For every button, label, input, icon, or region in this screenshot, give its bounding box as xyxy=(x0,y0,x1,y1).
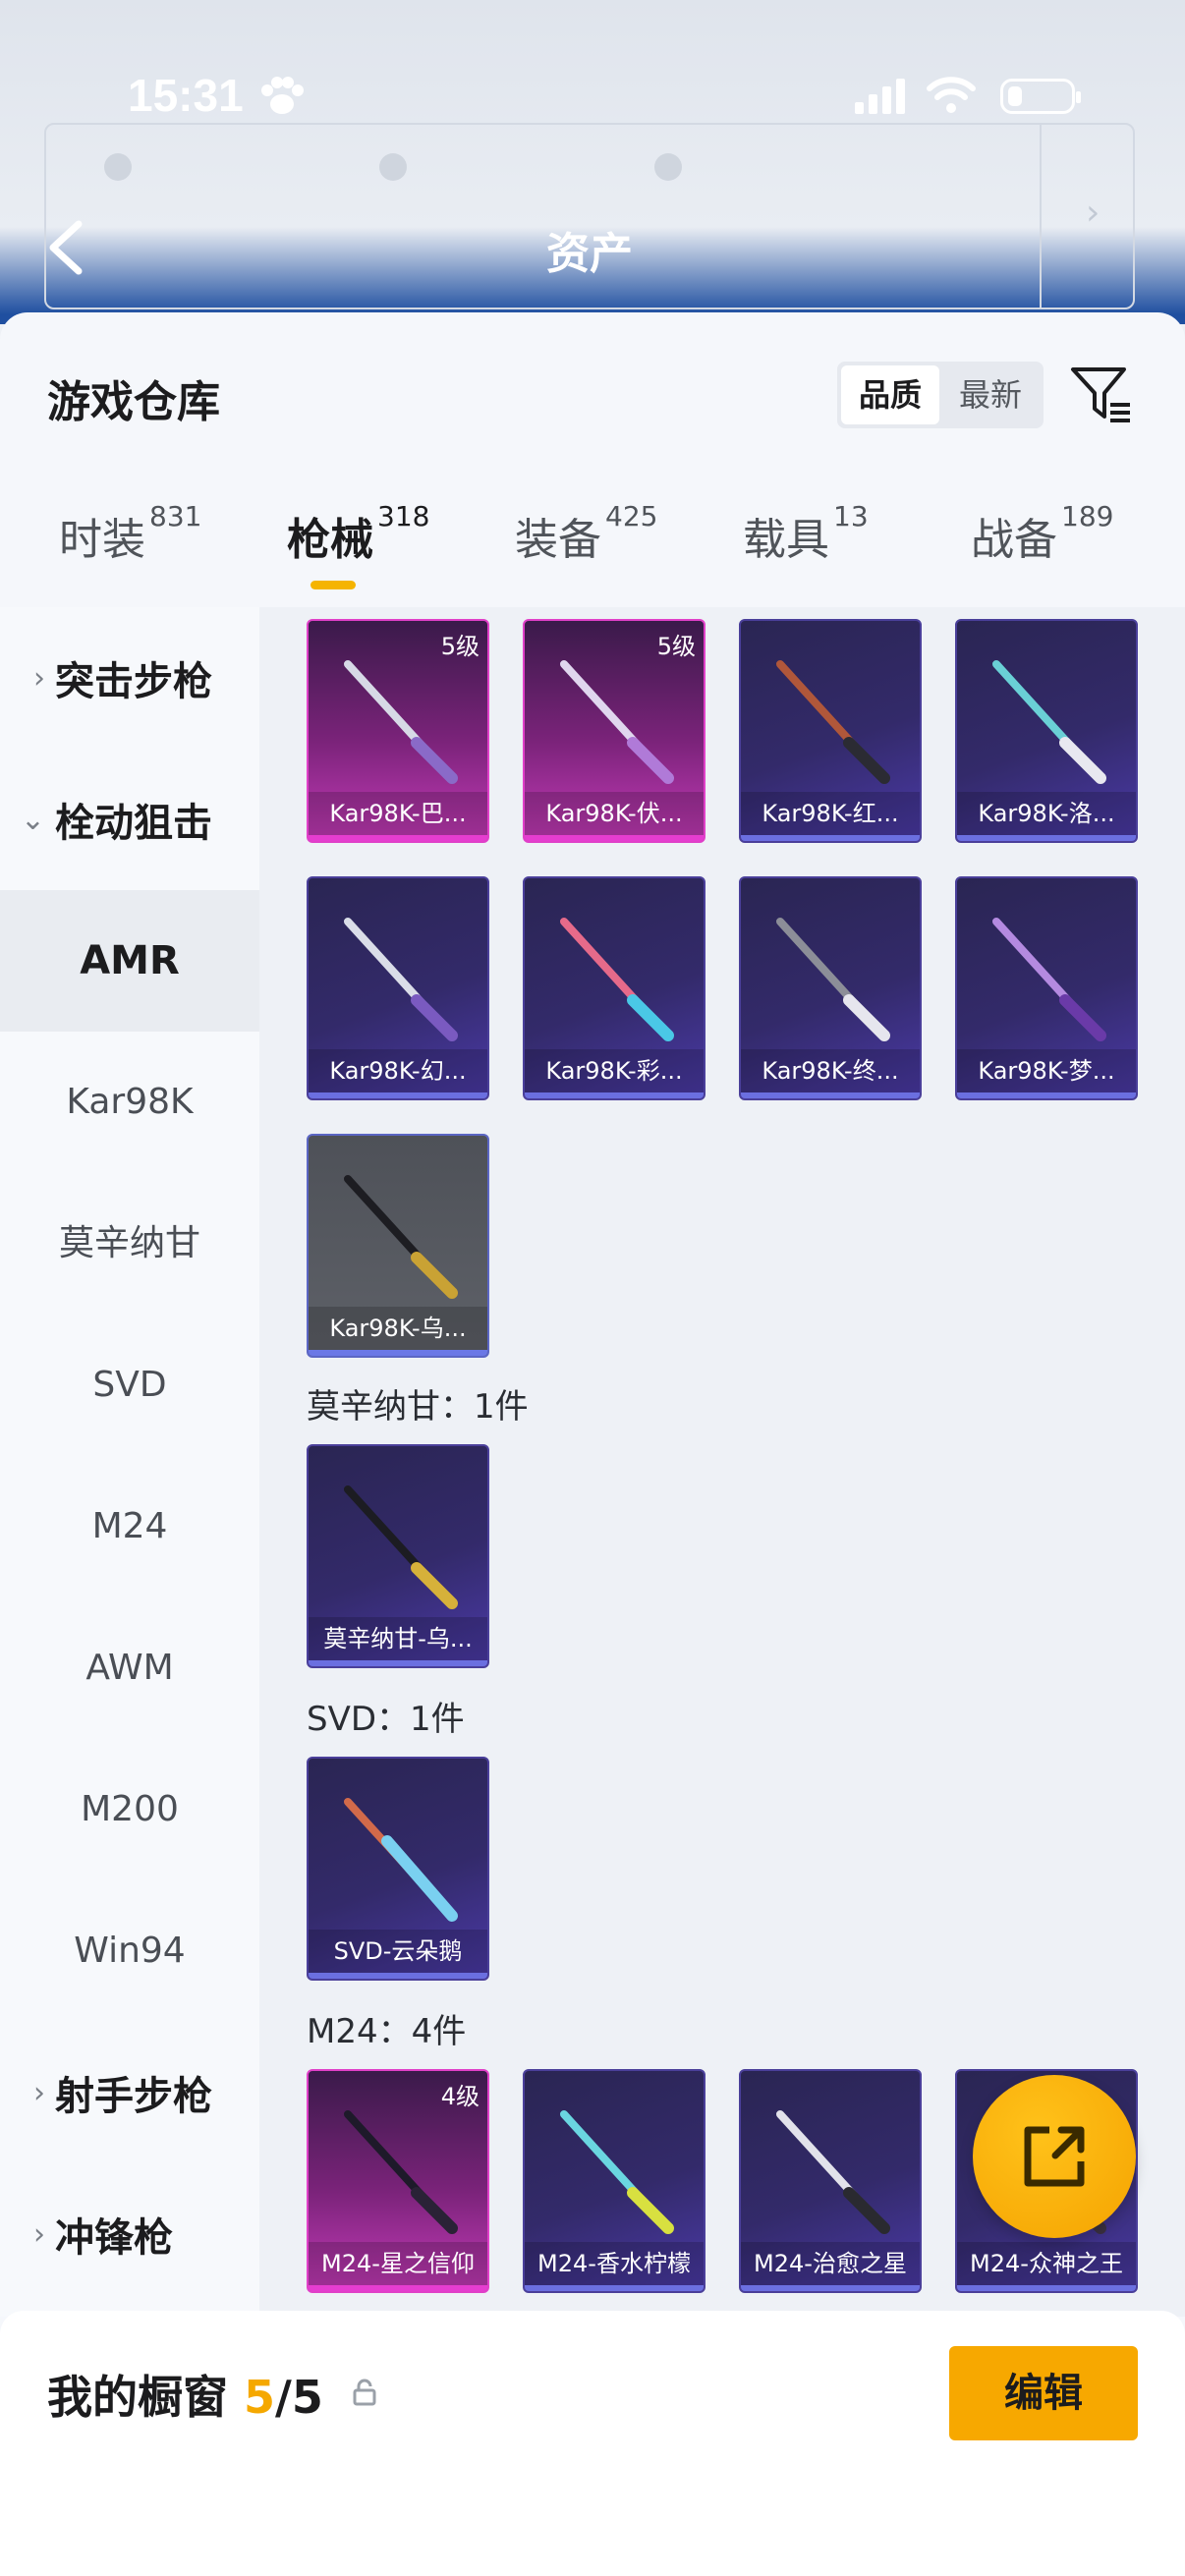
item-card[interactable]: M24-香水柠檬 xyxy=(523,2069,705,2293)
item-card[interactable]: 4级 M24-星之信仰 xyxy=(307,2069,489,2293)
item-card[interactable]: Kar98K-红... xyxy=(739,619,922,843)
rifle-icon xyxy=(344,2110,458,2234)
stats-card-divider xyxy=(1040,123,1042,309)
item-card[interactable]: Kar98K-乌... xyxy=(307,1134,489,1358)
back-arrow-icon[interactable] xyxy=(43,218,90,277)
rifle-icon xyxy=(344,660,458,784)
sort-by-newest-button[interactable]: 最新 xyxy=(941,365,1040,424)
rifle-icon xyxy=(776,918,890,1041)
chevron-down-icon: ⌄ xyxy=(20,802,45,837)
item-card[interactable]: Kar98K-终... xyxy=(739,876,922,1100)
warehouse-sheet: 游戏仓库 品质 最新 时装 831 枪械 318 装备 425 载具 13 战备 189 … xyxy=(0,312,1185,2576)
cellular-signal-icon xyxy=(855,79,905,114)
sidebar-category-assault-rifle[interactable]: › 突击步枪 xyxy=(0,607,259,749)
sidebar-item-mosin[interactable]: 莫辛纳甘 xyxy=(0,1173,259,1315)
rifle-icon xyxy=(992,660,1106,784)
ghost-stat-icon xyxy=(104,153,132,181)
tab-supplies[interactable]: 战备 189 xyxy=(971,500,1113,567)
rifle-icon xyxy=(992,918,1106,1041)
wifi-icon xyxy=(927,77,976,113)
lock-icon xyxy=(353,2379,376,2406)
paw-icon xyxy=(261,77,304,114)
ghost-stat-icon xyxy=(379,153,407,181)
chevron-right-icon: › xyxy=(33,660,45,696)
item-card[interactable]: Kar98K-彩... xyxy=(523,876,705,1100)
sidebar-item-m24[interactable]: M24 xyxy=(0,1456,259,1597)
ghost-stat-icon xyxy=(654,153,682,181)
sort-segmented-control: 品质 最新 xyxy=(837,362,1044,428)
showcase-label: 我的橱窗 5/5 xyxy=(47,2371,323,2424)
weapon-category-sidebar: › 突击步枪 ⌄ 栓动狙击 AMR Kar98K 莫辛纳甘 SVD M24 AW… xyxy=(0,607,259,2317)
item-card[interactable]: Kar98K-梦... xyxy=(955,876,1138,1100)
item-card[interactable]: Kar98K-幻... xyxy=(307,876,489,1100)
rifle-icon xyxy=(344,1175,458,1299)
section-label-m24: M24：4件 xyxy=(307,2012,467,2051)
sidebar-item-m200[interactable]: M200 xyxy=(0,1739,259,1880)
sort-by-quality-button[interactable]: 品质 xyxy=(841,365,939,424)
tab-fashion[interactable]: 时装 831 xyxy=(59,500,201,567)
sidebar-category-marksman-rifle[interactable]: › 射手步枪 xyxy=(0,2022,259,2163)
item-card[interactable]: Kar98K-洛... xyxy=(955,619,1138,843)
section-label-mosin: 莫辛纳甘：1件 xyxy=(307,1387,529,1427)
sidebar-item-kar98k[interactable]: Kar98K xyxy=(0,1032,259,1173)
active-tab-indicator xyxy=(310,581,356,589)
rifle-icon xyxy=(560,660,674,784)
rifle-icon xyxy=(344,1798,458,1922)
category-tabs: 时装 831 枪械 318 装备 425 载具 13 战备 189 xyxy=(0,500,1185,602)
sidebar-category-bolt-sniper[interactable]: ⌄ 栓动狙击 xyxy=(0,749,259,890)
sidebar-item-awm[interactable]: AWM xyxy=(0,1597,259,1739)
rifle-icon xyxy=(776,660,890,784)
item-card[interactable]: 莫辛纳甘-乌... xyxy=(307,1444,489,1668)
battery-icon xyxy=(1000,79,1081,114)
rifle-icon xyxy=(560,918,674,1041)
item-card[interactable]: 5级 Kar98K-巴... xyxy=(307,619,489,843)
edit-showcase-button[interactable]: 编辑 xyxy=(949,2346,1138,2440)
rifle-icon xyxy=(344,1485,458,1609)
status-time: 15:31 xyxy=(128,70,244,121)
stats-card-backdrop xyxy=(44,123,1135,309)
share-icon xyxy=(1024,2126,1085,2187)
share-fab-button[interactable] xyxy=(973,2075,1136,2238)
rifle-icon xyxy=(344,918,458,1041)
tab-vehicles[interactable]: 载具 13 xyxy=(743,500,869,567)
item-card[interactable]: 5级 Kar98K-伏... xyxy=(523,619,705,843)
page-title: 资产 xyxy=(546,229,633,279)
sidebar-item-win94[interactable]: Win94 xyxy=(0,1880,259,2022)
item-grid: 5级 Kar98K-巴... 5级 Kar98K-伏... Kar98K-红..… xyxy=(259,607,1185,2317)
sidebar-item-svd[interactable]: SVD xyxy=(0,1315,259,1456)
section-label-svd: SVD：1件 xyxy=(307,1700,465,1739)
item-card[interactable]: M24-治愈之星 xyxy=(739,2069,922,2293)
tab-firearms[interactable]: 枪械 318 xyxy=(287,500,429,567)
chevron-right-icon: › xyxy=(1086,193,1100,233)
sidebar-category-smg[interactable]: › 冲锋枪 xyxy=(0,2163,259,2305)
tab-equipment[interactable]: 装备 425 xyxy=(515,500,657,567)
chevron-right-icon: › xyxy=(33,2216,45,2252)
rifle-icon xyxy=(776,2110,890,2234)
sidebar-item-amr[interactable]: AMR xyxy=(0,890,259,1032)
warehouse-title: 游戏仓库 xyxy=(47,377,220,427)
showcase-bar: 我的橱窗 5/5 编辑 xyxy=(0,2311,1185,2576)
filter-icon[interactable] xyxy=(1067,360,1136,428)
rifle-icon xyxy=(560,2110,674,2234)
chevron-right-icon: › xyxy=(33,2075,45,2110)
item-card[interactable]: SVD-云朵鹅 xyxy=(307,1757,489,1981)
